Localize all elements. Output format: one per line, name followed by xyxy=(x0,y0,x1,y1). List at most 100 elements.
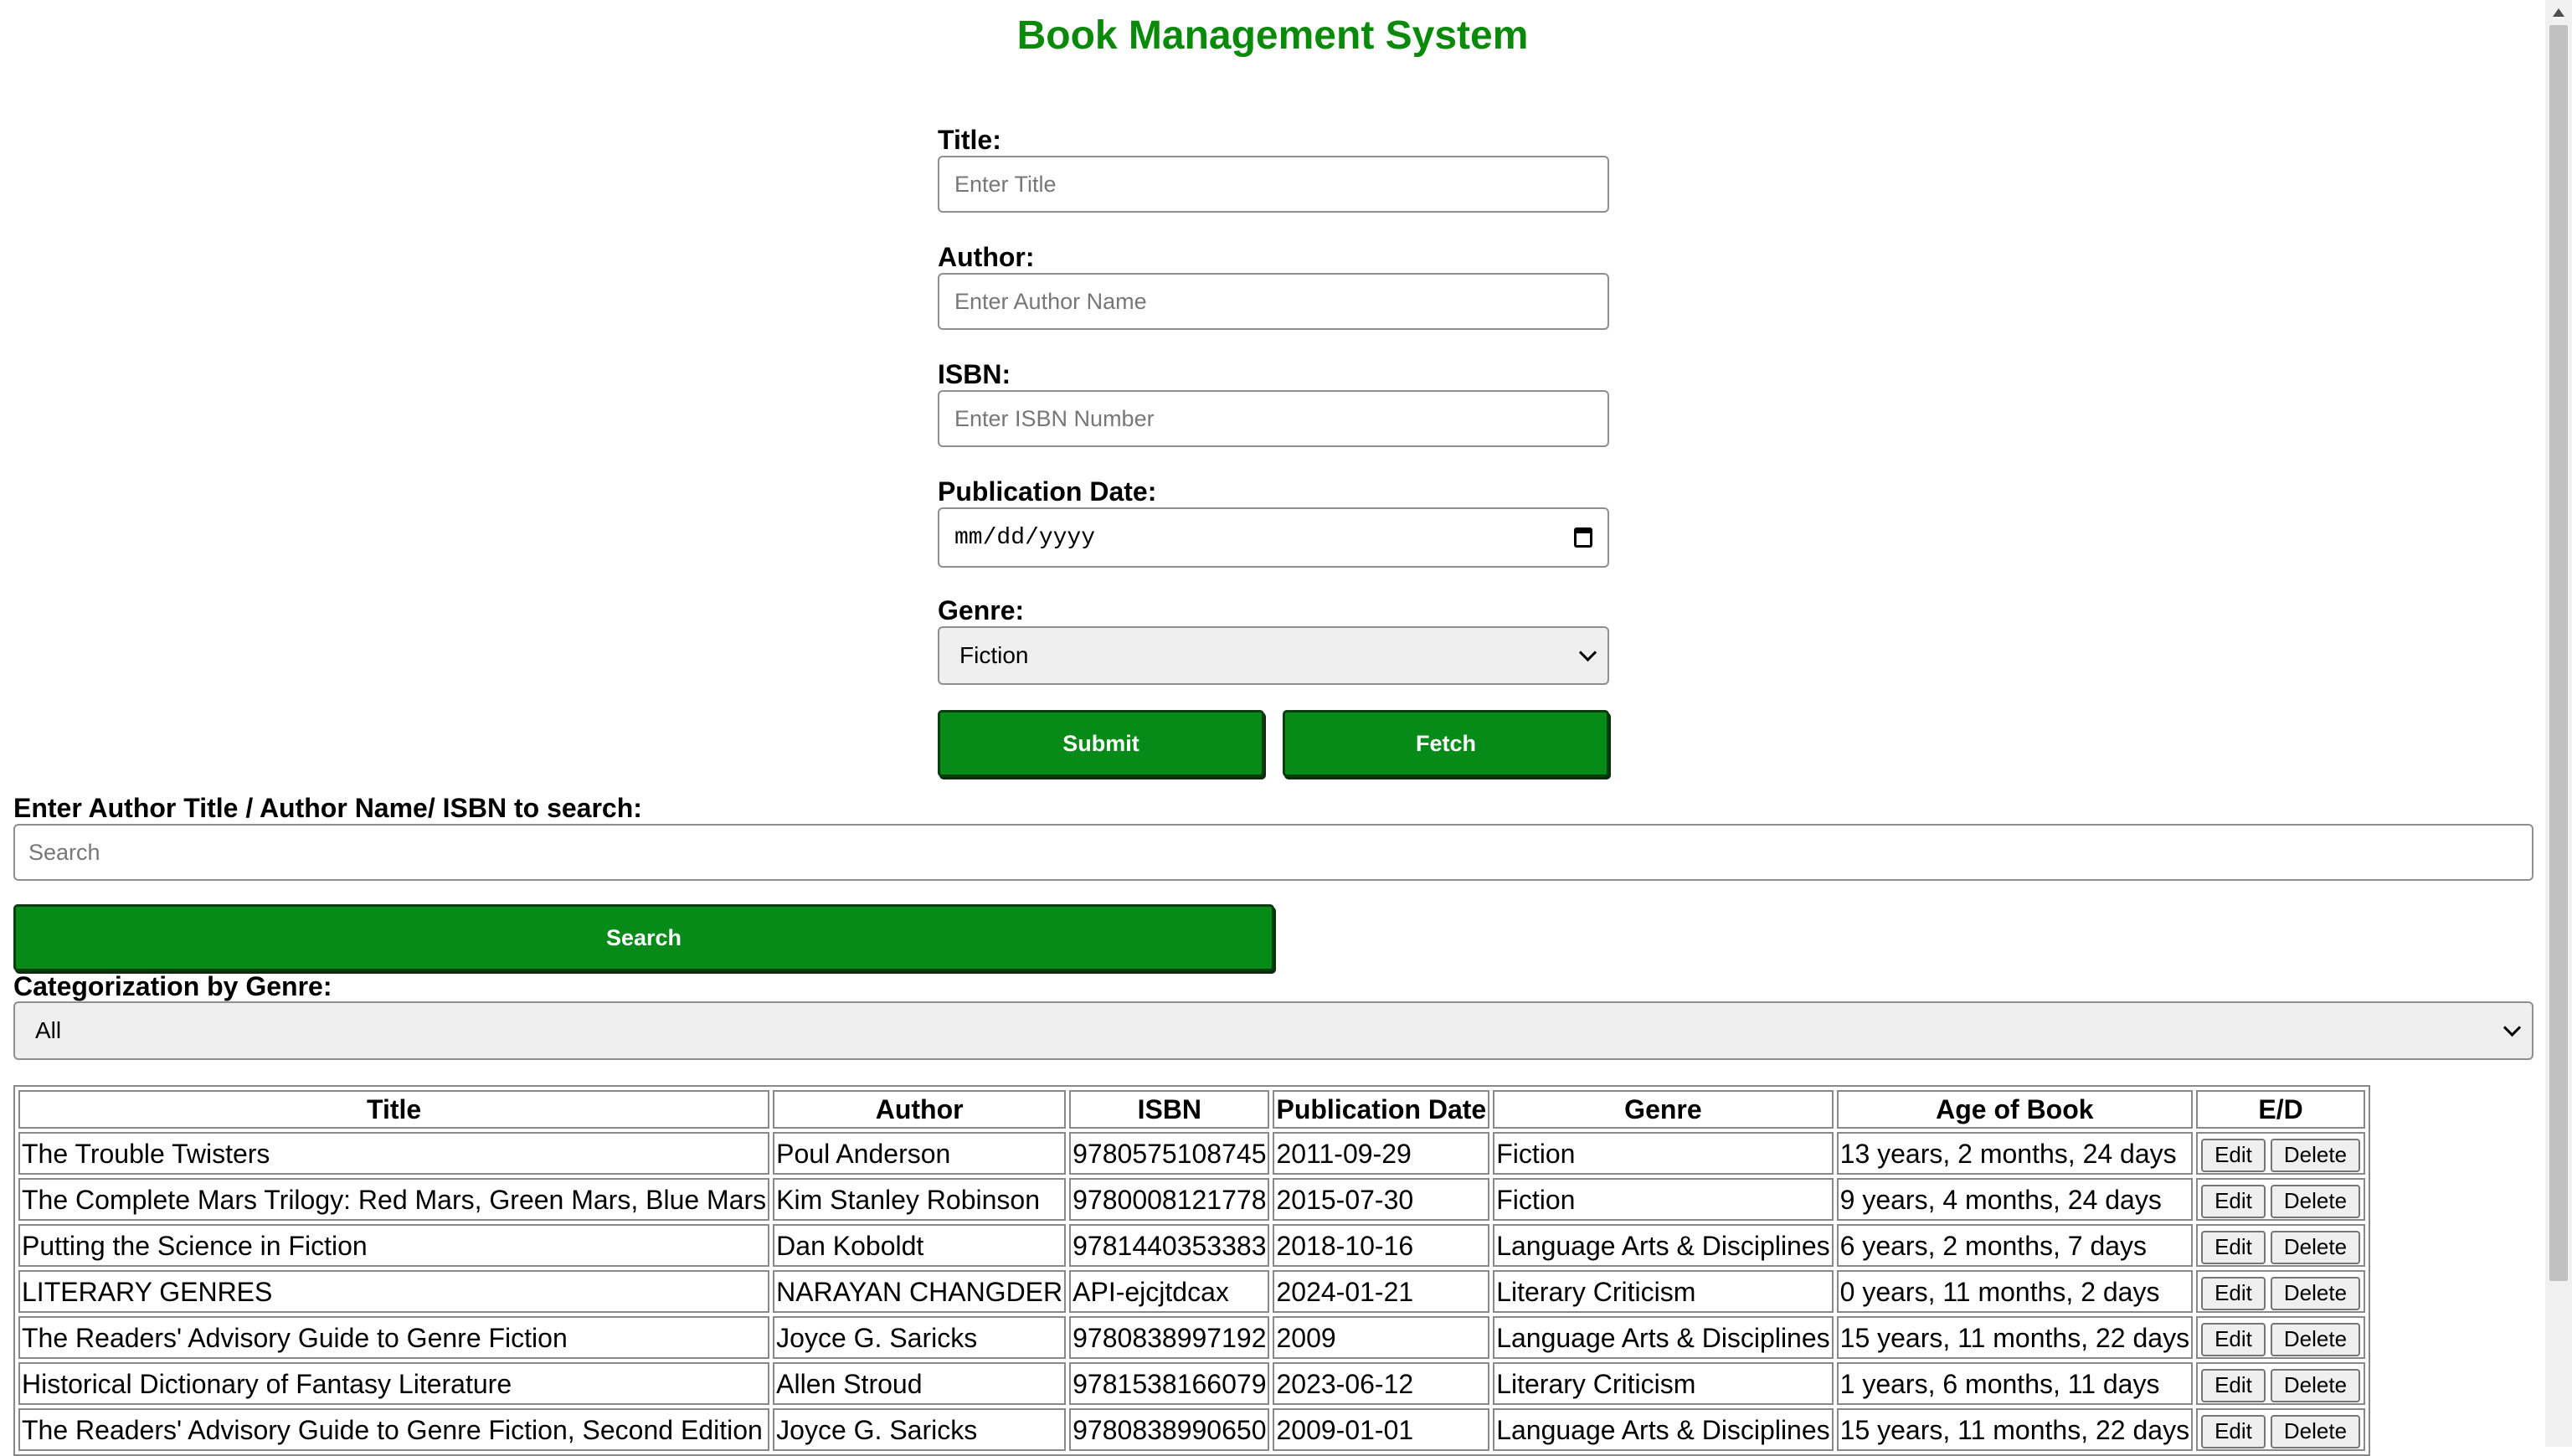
genre-label: Genre: xyxy=(938,595,1025,625)
vertical-scrollbar[interactable] xyxy=(2545,0,2572,1447)
cell-title: The Complete Mars Trilogy: Red Mars, Gre… xyxy=(18,1178,770,1221)
cell-title: The Readers' Advisory Guide to Genre Fic… xyxy=(18,1316,770,1359)
cell-actions: Edit Delete xyxy=(2196,1132,2366,1175)
cell-date: 2011-09-29 xyxy=(1273,1132,1490,1175)
table-row: The Readers' Advisory Guide to Genre Fic… xyxy=(18,1408,2366,1451)
delete-button[interactable]: Delete xyxy=(2270,1322,2361,1356)
column-header: Genre xyxy=(1493,1090,1834,1129)
cell-author: Kim Stanley Robinson xyxy=(773,1178,1067,1221)
cell-age: 0 years, 11 months, 2 days xyxy=(1836,1270,2194,1313)
cell-author: Poul Anderson xyxy=(773,1132,1067,1175)
delete-button[interactable]: Delete xyxy=(2270,1276,2361,1310)
cell-author: Dan Koboldt xyxy=(773,1224,1067,1267)
edit-button[interactable]: Edit xyxy=(2201,1368,2266,1402)
scrollbar-thumb[interactable] xyxy=(2549,25,2568,1281)
title-label: Title: xyxy=(938,125,1001,155)
cell-age: 15 years, 11 months, 22 days xyxy=(1836,1408,2194,1451)
edit-button[interactable]: Edit xyxy=(2201,1230,2266,1264)
cell-age: 1 years, 6 months, 11 days xyxy=(1836,1362,2194,1405)
page-title: Book Management System xyxy=(1016,13,1529,58)
author-input[interactable] xyxy=(938,273,1609,330)
delete-button[interactable]: Delete xyxy=(2270,1138,2361,1172)
genre-select[interactable]: Fiction xyxy=(938,626,1609,685)
cell-genre: Literary Criticism xyxy=(1493,1270,1834,1313)
cell-date: 2024-01-21 xyxy=(1273,1270,1490,1313)
book-form: Title: Author: ISBN: Publication Date: m… xyxy=(938,124,1609,777)
column-header: Publication Date xyxy=(1273,1090,1490,1129)
table-row: Putting the Science in Fiction Dan Kobol… xyxy=(18,1224,2366,1267)
cell-date: 2009 xyxy=(1273,1316,1490,1359)
cell-actions: Edit Delete xyxy=(2196,1178,2366,1221)
column-header: E/D xyxy=(2196,1090,2366,1129)
table-header-row: Title Author ISBN Publication Date Genre… xyxy=(18,1090,2366,1129)
cell-age: 6 years, 2 months, 7 days xyxy=(1836,1224,2194,1267)
page: Book Management System Title: Author: IS… xyxy=(0,0,2545,1456)
chevron-down-icon xyxy=(1578,643,1597,661)
cell-author: Allen Stroud xyxy=(773,1362,1067,1405)
publication-date-input[interactable]: mm/dd/yyyy xyxy=(938,507,1609,568)
cell-age: 15 years, 11 months, 22 days xyxy=(1836,1316,2194,1359)
cell-date: 2015-07-30 xyxy=(1273,1178,1490,1221)
cell-actions: Edit Delete xyxy=(2196,1224,2366,1267)
isbn-label: ISBN: xyxy=(938,359,1011,389)
cell-genre: Language Arts & Disciplines xyxy=(1493,1316,1834,1359)
cell-isbn: 9780838997192 xyxy=(1069,1316,1270,1359)
cell-date: 2018-10-16 xyxy=(1273,1224,1490,1267)
edit-button[interactable]: Edit xyxy=(2201,1184,2266,1218)
column-header: ISBN xyxy=(1069,1090,1270,1129)
cell-genre: Language Arts & Disciplines xyxy=(1493,1224,1834,1267)
cell-title: Historical Dictionary of Fantasy Literat… xyxy=(18,1362,770,1405)
table-row: The Readers' Advisory Guide to Genre Fic… xyxy=(18,1316,2366,1359)
column-header: Author xyxy=(773,1090,1067,1129)
delete-button[interactable]: Delete xyxy=(2270,1414,2361,1448)
title-input[interactable] xyxy=(938,156,1609,213)
cell-author: Joyce G. Saricks xyxy=(773,1408,1067,1451)
table-row: The Complete Mars Trilogy: Red Mars, Gre… xyxy=(18,1178,2366,1221)
delete-button[interactable]: Delete xyxy=(2270,1230,2361,1264)
cell-genre: Fiction xyxy=(1493,1132,1834,1175)
column-header: Title xyxy=(18,1090,770,1129)
author-label: Author: xyxy=(938,242,1035,272)
table-row: LITERARY GENRES NARAYAN CHANGDER API-ejc… xyxy=(18,1270,2366,1313)
cell-actions: Edit Delete xyxy=(2196,1408,2366,1451)
cell-title: The Readers' Advisory Guide to Genre Fic… xyxy=(18,1408,770,1451)
edit-button[interactable]: Edit xyxy=(2201,1276,2266,1310)
delete-button[interactable]: Delete xyxy=(2270,1184,2361,1218)
submit-button[interactable]: Submit xyxy=(938,710,1264,777)
fetch-button[interactable]: Fetch xyxy=(1283,710,1609,777)
cell-isbn: 9781440353383 xyxy=(1069,1224,1270,1267)
delete-button[interactable]: Delete xyxy=(2270,1368,2361,1402)
table-row: Historical Dictionary of Fantasy Literat… xyxy=(18,1362,2366,1405)
edit-button[interactable]: Edit xyxy=(2201,1138,2266,1172)
edit-button[interactable]: Edit xyxy=(2201,1414,2266,1448)
cell-title: Putting the Science in Fiction xyxy=(18,1224,770,1267)
cell-genre: Language Arts & Disciplines xyxy=(1493,1408,1834,1451)
cell-isbn: 9780575108745 xyxy=(1069,1132,1270,1175)
table-row: The Trouble Twisters Poul Anderson 97805… xyxy=(18,1132,2366,1175)
genre-filter-label: Categorization by Genre: xyxy=(13,971,332,1001)
publication-date-label: Publication Date: xyxy=(938,476,1157,507)
edit-button[interactable]: Edit xyxy=(2201,1322,2266,1356)
cell-age: 13 years, 2 months, 24 days xyxy=(1836,1132,2194,1175)
cell-genre: Fiction xyxy=(1493,1178,1834,1221)
books-table: Title Author ISBN Publication Date Genre… xyxy=(13,1085,2371,1456)
calendar-icon[interactable] xyxy=(1574,527,1592,548)
cell-isbn: 9781538166079 xyxy=(1069,1362,1270,1405)
cell-isbn: 9780838990650 xyxy=(1069,1408,1270,1451)
cell-isbn: 9780008121778 xyxy=(1069,1178,1270,1221)
cell-author: NARAYAN CHANGDER xyxy=(773,1270,1067,1313)
cell-title: The Trouble Twisters xyxy=(18,1132,770,1175)
search-button[interactable]: Search xyxy=(13,904,1274,971)
scroll-up-arrow-icon[interactable] xyxy=(2553,8,2564,17)
isbn-input[interactable] xyxy=(938,390,1609,447)
cell-title: LITERARY GENRES xyxy=(18,1270,770,1313)
form-button-row: Submit Fetch xyxy=(938,710,1609,777)
cell-author: Joyce G. Saricks xyxy=(773,1316,1067,1359)
date-placeholder: mm/dd/yyyy xyxy=(954,524,1096,551)
search-label: Enter Author Title / Author Name/ ISBN t… xyxy=(13,793,642,823)
search-input[interactable] xyxy=(13,824,2533,881)
chevron-down-icon xyxy=(2503,1018,2522,1037)
cell-date: 2023-06-12 xyxy=(1273,1362,1490,1405)
genre-filter-select[interactable]: All xyxy=(13,1001,2533,1060)
cell-isbn: API-ejcjtdcax xyxy=(1069,1270,1270,1313)
